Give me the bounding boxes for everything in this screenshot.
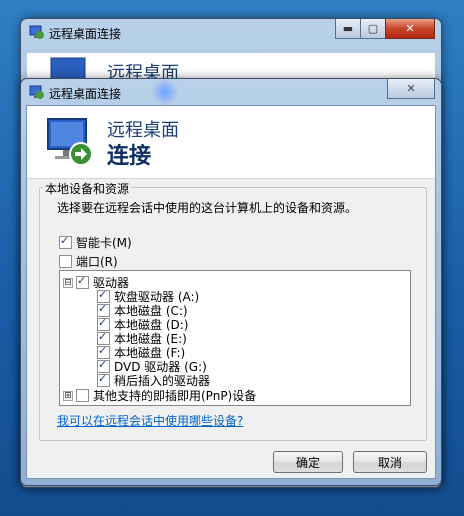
cancel-button[interactable]: 取消: [353, 451, 427, 473]
dialog-header-band: 远程桌面 连接: [27, 106, 435, 179]
ports-checkbox[interactable]: [59, 255, 72, 268]
expand-icon[interactable]: ⊞: [63, 390, 73, 401]
dialog-close-button[interactable]: ✕: [387, 79, 435, 99]
drives-tree[interactable]: ⊟ 驱动器 软盘驱动器 (A:) 本地磁盘 (C:) 本地磁盘 (D:) 本地磁…: [59, 270, 411, 406]
dialog-titlebar: 远程桌面连接 ✕: [21, 79, 441, 105]
close-button[interactable]: ✕: [385, 19, 435, 39]
back-window-title: 远程桌面连接: [49, 27, 122, 41]
title-glow: [151, 79, 179, 105]
smart-card-label: 智能卡(M): [76, 236, 132, 250]
help-link[interactable]: 我可以在远程会话中使用哪些设备?: [57, 412, 243, 429]
tree-node-pnp[interactable]: ⊞ 其他支持的即插即用(PnP)设备: [63, 387, 256, 404]
dialog-client: 远程桌面 连接 本地设备和资源 选择要在远程会话中使用的这台计算机上的设备和资源…: [26, 105, 436, 479]
drive-checkbox[interactable]: [97, 372, 110, 387]
back-titlebar: 远程桌面连接 ▬ ▢ ✕: [21, 19, 441, 45]
remote-desktop-monitor-icon: [47, 118, 93, 166]
instruction-text: 选择要在远程会话中使用的这台计算机上的设备和资源。: [57, 201, 358, 215]
dialog-window: 远程桌面连接 ✕ 远程桌面 连接 本地设备和资源 选择要在远程会话中使用的这台计…: [20, 78, 442, 486]
header-line2: 连接: [107, 143, 152, 169]
smart-card-option[interactable]: 智能卡(M): [59, 234, 132, 251]
ports-option[interactable]: 端口(R): [59, 253, 118, 270]
remote-desktop-icon: [29, 25, 44, 39]
ok-button[interactable]: 确定: [273, 451, 343, 473]
ports-label: 端口(R): [76, 255, 118, 269]
remote-desktop-icon: [29, 85, 44, 99]
pnp-label: 其他支持的即插即用(PnP)设备: [93, 389, 257, 403]
collapse-icon[interactable]: ⊟: [63, 277, 73, 288]
dialog-title: 远程桌面连接: [49, 87, 122, 101]
pnp-checkbox[interactable]: [76, 389, 89, 402]
maximize-button[interactable]: ▢: [360, 19, 386, 39]
minimize-button[interactable]: ▬: [335, 19, 361, 39]
group-label: 本地设备和资源: [43, 180, 132, 197]
smart-card-checkbox[interactable]: [59, 234, 72, 249]
drives-checkbox[interactable]: [76, 274, 89, 289]
